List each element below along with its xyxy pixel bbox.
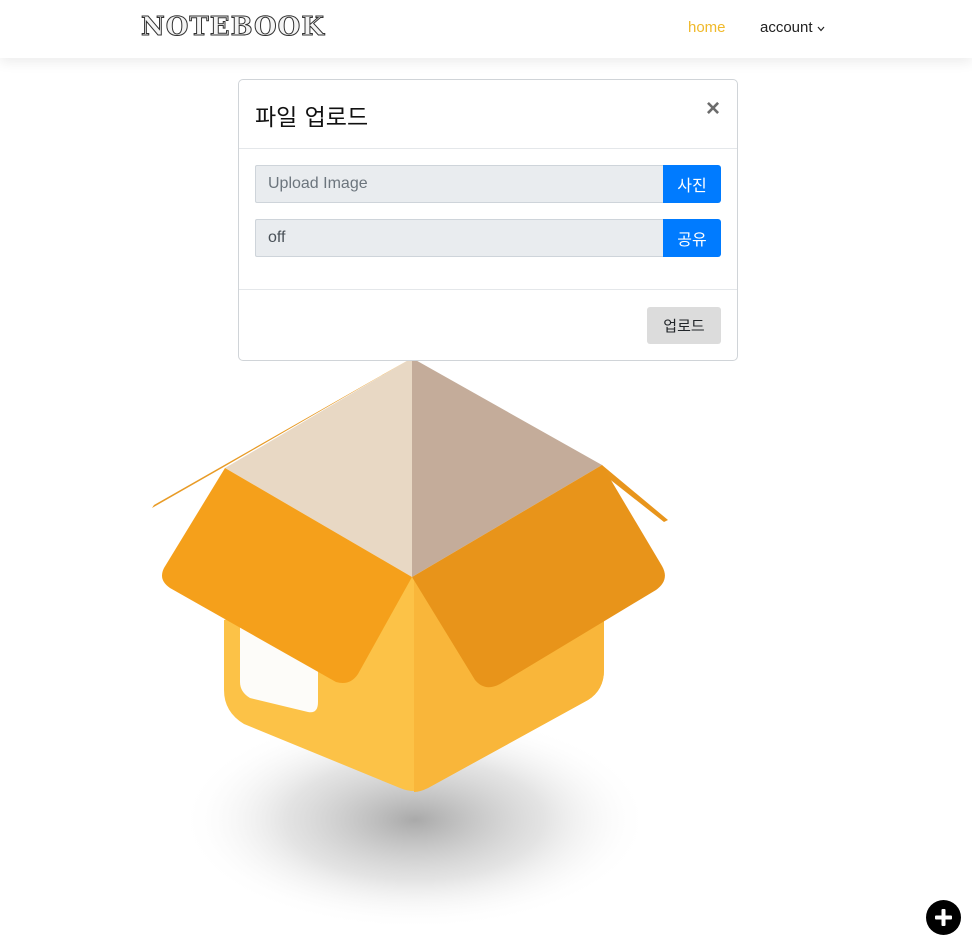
plus-icon [935, 909, 952, 926]
nav-account-dropdown[interactable]: account [760, 19, 825, 36]
modal-footer: 업로드 [239, 290, 737, 360]
nav-account-label: account [760, 19, 813, 36]
modal-header: 파일 업로드 × [239, 80, 737, 149]
brand-logo[interactable]: NOTEBOOK [141, 12, 325, 43]
image-upload-input[interactable] [255, 165, 663, 203]
close-icon[interactable]: × [706, 97, 720, 121]
photo-button[interactable]: 사진 [663, 165, 721, 203]
share-group: 공유 [255, 219, 721, 257]
add-button[interactable] [926, 900, 961, 935]
share-button[interactable]: 공유 [663, 219, 721, 257]
share-input[interactable] [255, 219, 663, 257]
upload-button[interactable]: 업로드 [647, 307, 721, 344]
modal-title: 파일 업로드 [255, 105, 369, 131]
image-upload-group: 사진 [255, 165, 721, 203]
nav-home-link[interactable]: home [688, 19, 726, 36]
upload-modal: 파일 업로드 × 사진 공유 업로드 [238, 79, 738, 361]
open-box-icon [150, 340, 670, 940]
chevron-down-icon [817, 24, 825, 34]
modal-body: 사진 공유 [239, 149, 737, 290]
top-navbar: NOTEBOOK home account [0, 0, 972, 58]
